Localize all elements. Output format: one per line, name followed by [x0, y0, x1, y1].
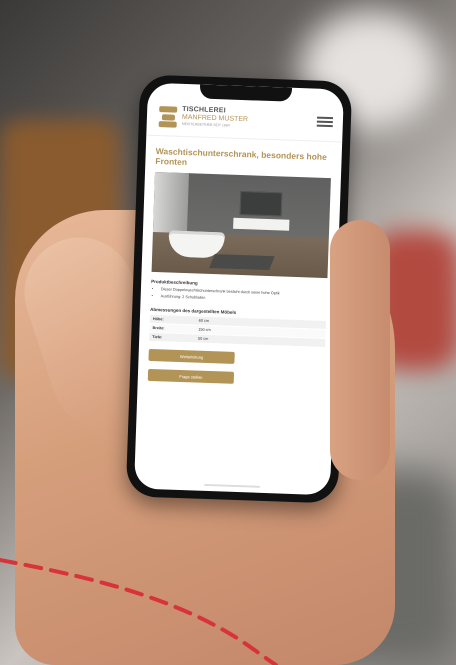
page-title: Waschtischunterschrank, besonders hohe F… [155, 146, 327, 168]
dimension-label: Tiefe: [149, 332, 196, 343]
fingers [330, 220, 390, 480]
logo-icon [158, 105, 178, 128]
main-content: Waschtischunterschrank, besonders hohe F… [138, 136, 342, 387]
brand-text: TISCHLEREI MANFRED MUSTER MEISTERBETRIEB… [182, 106, 249, 129]
ask-question-button[interactable]: Frage stellen [147, 368, 235, 384]
primary-button[interactable]: Weiterleitung [148, 348, 235, 364]
dimensions-section: Abmessungen des dargestellten Möbels Höh… [149, 307, 326, 348]
dimensions-table: Höhe: 60 cm Breite: 150 cm Tiefe: 50 cm [149, 314, 326, 348]
image-rug [209, 254, 275, 271]
menu-icon[interactable] [316, 116, 334, 127]
smartphone: TISCHLEREI MANFRED MUSTER MEISTERBETRIEB… [125, 74, 353, 504]
image-vanity [233, 218, 290, 232]
product-image[interactable] [151, 172, 331, 279]
description-list: Dieser Doppelwaschtischunterschrank best… [151, 287, 327, 306]
phone-screen: TISCHLEREI MANFRED MUSTER MEISTERBETRIEB… [133, 82, 345, 496]
brand-logo[interactable]: TISCHLEREI MANFRED MUSTER MEISTERBETRIEB… [158, 105, 249, 130]
brand-tagline: MEISTERBETRIEB SEIT 1984 [181, 121, 230, 128]
description-section: Produktbeschreibung Dieser Doppelwaschti… [151, 279, 328, 306]
home-indicator [204, 483, 261, 488]
image-mirror [239, 191, 283, 217]
image-window [152, 172, 189, 234]
